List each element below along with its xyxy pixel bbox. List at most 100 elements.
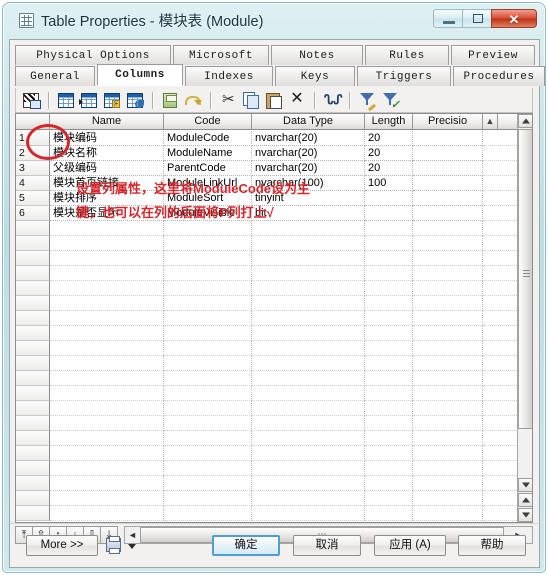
cell-precision[interactable] xyxy=(413,461,483,476)
cell-precision[interactable] xyxy=(413,161,483,176)
cell-precision[interactable] xyxy=(413,191,483,206)
cell-code[interactable] xyxy=(164,341,252,356)
tab-rules[interactable]: Rules xyxy=(365,45,449,65)
row-number[interactable] xyxy=(16,476,50,491)
tab-procedures[interactable]: Procedures xyxy=(453,66,545,86)
cell-name[interactable] xyxy=(50,266,164,281)
cell-code[interactable] xyxy=(164,476,252,491)
cell-code[interactable] xyxy=(164,401,252,416)
scroll-up-button[interactable] xyxy=(518,114,532,128)
cell-type[interactable] xyxy=(252,386,365,401)
cell-length[interactable]: 20 xyxy=(365,161,413,176)
cell-name[interactable] xyxy=(50,446,164,461)
table-row[interactable] xyxy=(16,431,532,446)
apply-filter-button[interactable]: ✓ xyxy=(379,90,401,111)
cell-precision[interactable] xyxy=(413,356,483,371)
cell-type[interactable] xyxy=(252,266,365,281)
table-row[interactable] xyxy=(16,251,532,266)
cell-name[interactable] xyxy=(50,356,164,371)
cell-name[interactable]: 模块名称 xyxy=(50,146,164,161)
cell-name[interactable] xyxy=(50,431,164,446)
vertical-scrollbar[interactable] xyxy=(517,114,532,522)
cell-type[interactable]: tinyint xyxy=(252,191,365,206)
cell-type[interactable] xyxy=(252,281,365,296)
cell-name[interactable] xyxy=(50,311,164,326)
paste-button[interactable] xyxy=(263,90,285,111)
cell-length[interactable] xyxy=(365,371,413,386)
cell-length[interactable] xyxy=(365,401,413,416)
cell-precision[interactable] xyxy=(413,371,483,386)
row-number[interactable] xyxy=(16,461,50,476)
cell-type[interactable] xyxy=(252,431,365,446)
row-number[interactable] xyxy=(16,341,50,356)
cell-name[interactable] xyxy=(50,506,164,521)
apply-button[interactable]: 应用 (A) xyxy=(374,535,446,556)
table-row[interactable]: 4 模块首页链接 ModuleLinkUrl nvarchar(100) 100 xyxy=(16,176,532,191)
vertical-scroll-thumb[interactable] xyxy=(518,129,532,429)
cancel-button[interactable]: 取消 xyxy=(293,535,361,556)
cell-name[interactable]: 父级编码 xyxy=(50,161,164,176)
cell-length[interactable] xyxy=(365,281,413,296)
row-number[interactable] xyxy=(16,491,50,506)
table-row[interactable]: 5 模块排序 ModuleSort tinyint xyxy=(16,191,532,206)
cell-name[interactable] xyxy=(50,476,164,491)
delete-button[interactable]: ✕ xyxy=(286,90,308,111)
cell-type[interactable] xyxy=(252,341,365,356)
insert-row-button[interactable] xyxy=(55,90,77,111)
table-row[interactable] xyxy=(16,341,532,356)
table-row[interactable] xyxy=(16,371,532,386)
cell-name[interactable] xyxy=(50,491,164,506)
scroll-page-up-button[interactable] xyxy=(518,493,532,507)
cell-precision[interactable] xyxy=(413,281,483,296)
cell-name[interactable]: 模块排序 xyxy=(50,191,164,206)
insert-row-after-button[interactable] xyxy=(78,90,100,111)
cell-code[interactable] xyxy=(164,446,252,461)
grid-header-precisio[interactable]: Precisio xyxy=(413,114,483,129)
ok-button[interactable]: 确定 xyxy=(212,535,280,556)
cell-type[interactable] xyxy=(252,461,365,476)
cell-type[interactable] xyxy=(252,221,365,236)
cell-type[interactable] xyxy=(252,506,365,521)
cell-length[interactable] xyxy=(365,266,413,281)
cell-length[interactable] xyxy=(365,251,413,266)
grid-header-data-type[interactable]: Data Type xyxy=(252,114,365,129)
cell-length[interactable] xyxy=(365,341,413,356)
find-button[interactable]: ᔐᔑ xyxy=(321,90,343,111)
table-row[interactable] xyxy=(16,311,532,326)
cell-code[interactable] xyxy=(164,371,252,386)
cell-precision[interactable] xyxy=(413,206,483,221)
cell-type[interactable] xyxy=(252,251,365,266)
table-row[interactable] xyxy=(16,491,532,506)
cell-name[interactable] xyxy=(50,326,164,341)
cell-name[interactable] xyxy=(50,236,164,251)
cell-code[interactable] xyxy=(164,221,252,236)
cell-type[interactable] xyxy=(252,416,365,431)
scroll-page-down-button[interactable] xyxy=(518,508,532,522)
cell-name[interactable] xyxy=(50,251,164,266)
cell-precision[interactable] xyxy=(413,266,483,281)
cell-length[interactable] xyxy=(365,506,413,521)
tab-notes[interactable]: Notes xyxy=(271,45,363,65)
row-number[interactable] xyxy=(16,416,50,431)
row-number[interactable]: 6 xyxy=(16,206,50,221)
cell-precision[interactable] xyxy=(413,131,483,146)
cell-precision[interactable] xyxy=(413,221,483,236)
properties-button[interactable] xyxy=(20,90,42,111)
cell-precision[interactable] xyxy=(413,251,483,266)
cell-type[interactable] xyxy=(252,401,365,416)
row-number[interactable] xyxy=(16,371,50,386)
row-number[interactable] xyxy=(16,236,50,251)
cell-name[interactable] xyxy=(50,296,164,311)
tab-general[interactable]: General xyxy=(15,66,95,86)
cell-type[interactable]: nvarchar(20) xyxy=(252,131,365,146)
cell-code[interactable] xyxy=(164,386,252,401)
row-number[interactable] xyxy=(16,401,50,416)
cell-precision[interactable] xyxy=(413,236,483,251)
cell-length[interactable] xyxy=(365,476,413,491)
cell-type[interactable] xyxy=(252,311,365,326)
cell-name[interactable] xyxy=(50,371,164,386)
cell-name[interactable]: 模块是否显示 xyxy=(50,206,164,221)
cell-code[interactable]: ModuleLinkUrl xyxy=(164,176,252,191)
tab-microsoft[interactable]: Microsoft xyxy=(173,45,269,65)
minimize-button[interactable] xyxy=(433,9,463,28)
